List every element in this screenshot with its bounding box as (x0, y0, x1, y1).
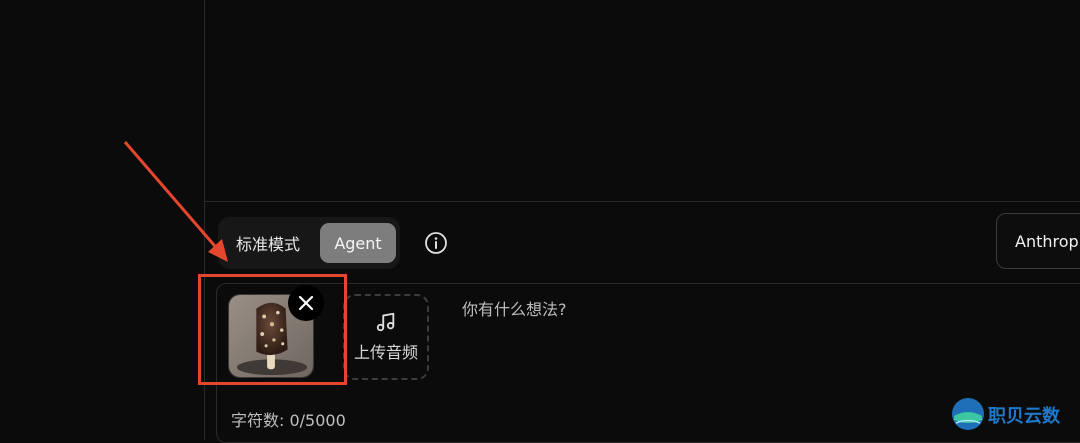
model-select-value: Anthrop (1015, 231, 1079, 251)
globe-icon (952, 398, 984, 430)
music-note-icon (376, 312, 395, 332)
agent-mode-button[interactable]: Agent (320, 223, 396, 263)
remove-image-button[interactable] (288, 285, 324, 321)
upload-audio-button[interactable]: 上传音频 (343, 294, 429, 380)
close-icon (298, 295, 314, 311)
prompt-input[interactable] (462, 296, 1022, 356)
char-count: 字符数: 0/5000 (231, 411, 346, 430)
model-select[interactable]: Anthrop (996, 213, 1080, 269)
watermark-logo: 职贝云数 (950, 396, 1076, 436)
sidebar-divider (204, 0, 205, 440)
watermark-text: 职贝云数 (988, 406, 1060, 427)
info-icon[interactable] (424, 231, 448, 255)
standard-mode-button[interactable]: 标准模式 (236, 231, 300, 255)
upload-audio-label: 上传音频 (353, 343, 418, 362)
chat-divider (205, 201, 1080, 202)
mode-toggle: 标准模式 Agent (218, 217, 400, 269)
